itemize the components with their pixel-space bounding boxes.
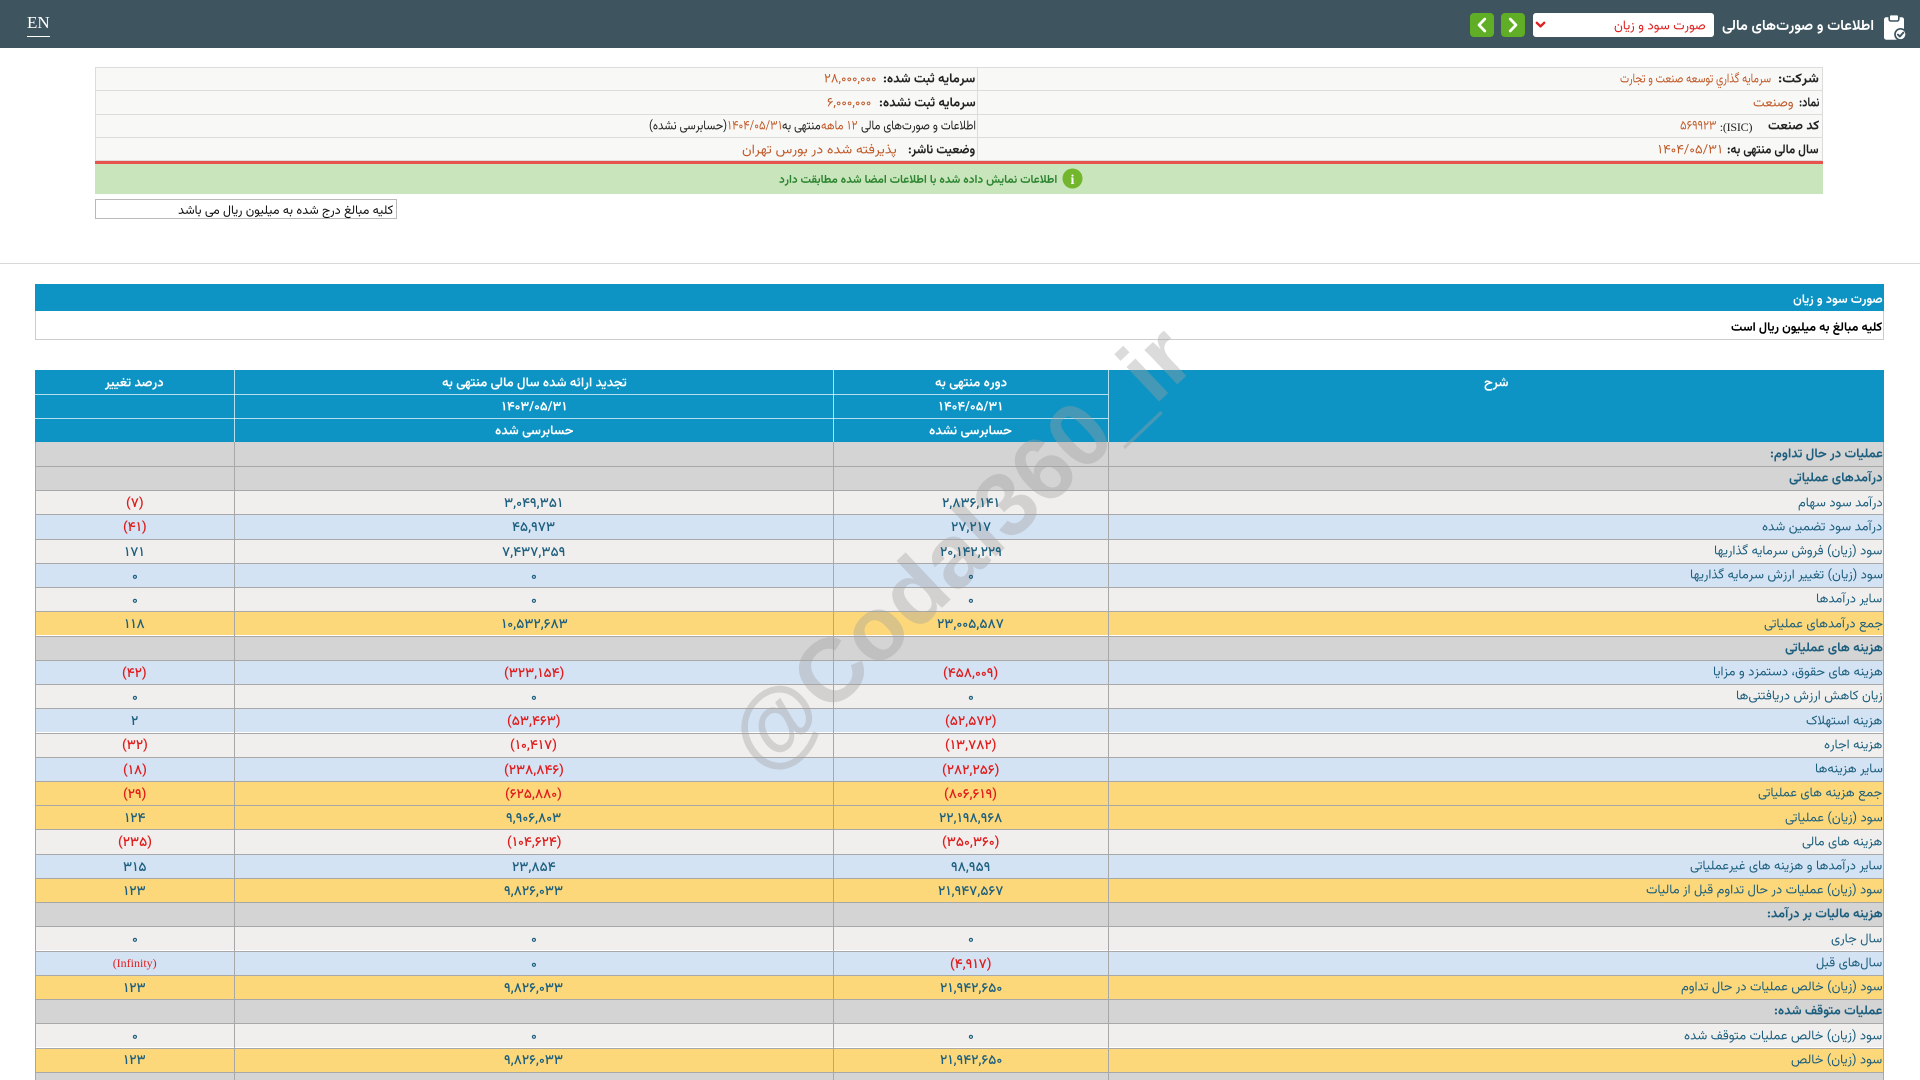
svg-text:i: i [1071,173,1075,188]
